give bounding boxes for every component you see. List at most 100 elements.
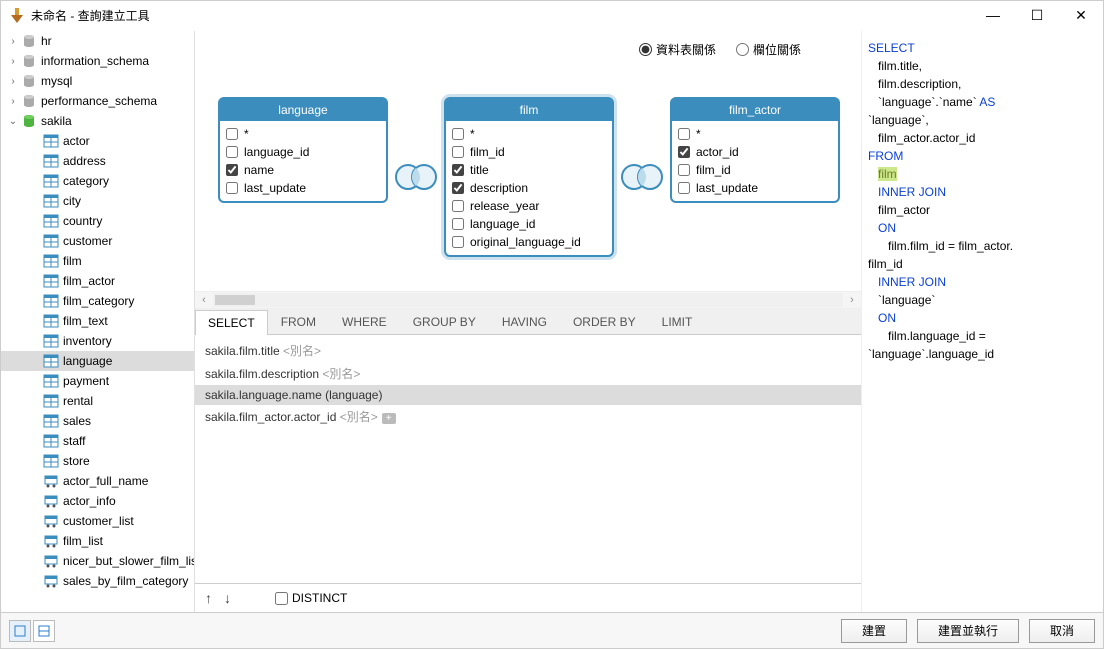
- column-checkbox[interactable]: [678, 128, 690, 140]
- expand-icon[interactable]: ›: [7, 35, 19, 47]
- column-row[interactable]: actor_id: [678, 143, 832, 161]
- column-row[interactable]: language_id: [452, 215, 606, 233]
- column-checkbox[interactable]: [226, 146, 238, 158]
- tab-having[interactable]: HAVING: [489, 309, 560, 334]
- tab-select[interactable]: SELECT: [195, 310, 268, 335]
- tree-view-film_list[interactable]: film_list: [1, 531, 194, 551]
- column-row[interactable]: film_id: [452, 143, 606, 161]
- view-design-button[interactable]: [9, 620, 31, 642]
- select-item[interactable]: sakila.language.name (language): [195, 385, 861, 405]
- table-header[interactable]: film_actor: [672, 99, 838, 121]
- tree-database-hr[interactable]: ›hr: [1, 31, 194, 51]
- column-checkbox[interactable]: [452, 218, 464, 230]
- tree-view-customer_list[interactable]: customer_list: [1, 511, 194, 531]
- move-up-button[interactable]: ↑: [205, 590, 212, 606]
- column-checkbox[interactable]: [452, 182, 464, 194]
- relation-mode-field[interactable]: 欄位關係: [736, 41, 801, 58]
- tree-view-sales_by_film_category[interactable]: sales_by_film_category: [1, 571, 194, 591]
- tree-table-film_category[interactable]: film_category: [1, 291, 194, 311]
- column-checkbox[interactable]: [452, 200, 464, 212]
- minimize-button[interactable]: —: [983, 7, 1003, 24]
- relation-mode-table[interactable]: 資料表關係: [639, 41, 716, 58]
- tree-table-city[interactable]: city: [1, 191, 194, 211]
- tab-limit[interactable]: LIMIT: [649, 309, 706, 334]
- table-box-film_actor[interactable]: film_actor*actor_idfilm_idlast_update: [670, 97, 840, 203]
- tree-table-film_actor[interactable]: film_actor: [1, 271, 194, 291]
- select-item[interactable]: sakila.film.title <別名>: [195, 339, 861, 362]
- tab-order-by[interactable]: ORDER BY: [560, 309, 649, 334]
- tree-table-sales[interactable]: sales: [1, 411, 194, 431]
- alias-placeholder[interactable]: <別名>: [322, 367, 360, 381]
- table-header[interactable]: film: [446, 99, 612, 121]
- column-row[interactable]: film_id: [678, 161, 832, 179]
- expand-icon[interactable]: ›: [7, 55, 19, 67]
- relation-table-radio[interactable]: [639, 43, 652, 56]
- tab-group-by[interactable]: GROUP BY: [400, 309, 489, 334]
- scroll-left-icon[interactable]: ‹: [195, 294, 213, 306]
- column-row[interactable]: description: [452, 179, 606, 197]
- tree-database-information_schema[interactable]: ›information_schema: [1, 51, 194, 71]
- database-tree[interactable]: ›hr›information_schema›mysql›performance…: [1, 31, 195, 612]
- select-item[interactable]: sakila.film.description <別名>: [195, 362, 861, 385]
- tree-table-film[interactable]: film: [1, 251, 194, 271]
- column-row[interactable]: original_language_id: [452, 233, 606, 251]
- expand-icon[interactable]: ⌄: [7, 115, 19, 127]
- close-button[interactable]: ✕: [1071, 7, 1091, 24]
- column-checkbox[interactable]: [452, 236, 464, 248]
- expand-icon[interactable]: ›: [7, 75, 19, 87]
- join-icon[interactable]: [392, 161, 440, 193]
- tree-table-customer[interactable]: customer: [1, 231, 194, 251]
- alias-placeholder[interactable]: <別名>: [283, 344, 321, 358]
- canvas-scrollbar[interactable]: ‹ ›: [195, 291, 861, 309]
- tree-database-performance_schema[interactable]: ›performance_schema: [1, 91, 194, 111]
- cancel-button[interactable]: 取消: [1029, 619, 1095, 643]
- column-row[interactable]: language_id: [226, 143, 380, 161]
- column-checkbox[interactable]: [226, 128, 238, 140]
- scroll-thumb[interactable]: [215, 295, 255, 305]
- column-row[interactable]: *: [452, 125, 606, 143]
- tree-table-category[interactable]: category: [1, 171, 194, 191]
- tree-table-payment[interactable]: payment: [1, 371, 194, 391]
- column-row[interactable]: name: [226, 161, 380, 179]
- tab-from[interactable]: FROM: [268, 309, 329, 334]
- tree-view-nicer_but_slower_film_list[interactable]: nicer_but_slower_film_list: [1, 551, 194, 571]
- column-row[interactable]: title: [452, 161, 606, 179]
- tree-view-actor_info[interactable]: actor_info: [1, 491, 194, 511]
- tree-table-actor[interactable]: actor: [1, 131, 194, 151]
- table-box-language[interactable]: language*language_idnamelast_update: [218, 97, 388, 203]
- view-sql-button[interactable]: [33, 620, 55, 642]
- distinct-checkbox[interactable]: DISTINCT: [275, 591, 347, 605]
- tree-database-sakila[interactable]: ⌄sakila: [1, 111, 194, 131]
- query-canvas[interactable]: 資料表關係 欄位關係 language*language_idnamelast_…: [195, 31, 861, 291]
- tree-table-rental[interactable]: rental: [1, 391, 194, 411]
- tree-table-film_text[interactable]: film_text: [1, 311, 194, 331]
- move-down-button[interactable]: ↓: [224, 590, 231, 606]
- column-row[interactable]: last_update: [678, 179, 832, 197]
- column-row[interactable]: last_update: [226, 179, 380, 197]
- tab-where[interactable]: WHERE: [329, 309, 400, 334]
- column-checkbox[interactable]: [678, 182, 690, 194]
- table-box-film[interactable]: film *film_idtitledescriptionrelease_year…: [444, 97, 614, 257]
- column-checkbox[interactable]: [452, 146, 464, 158]
- build-run-button[interactable]: 建置並執行: [917, 619, 1019, 643]
- sql-preview[interactable]: SELECT film.title, film.description, `la…: [861, 31, 1103, 612]
- tree-table-country[interactable]: country: [1, 211, 194, 231]
- column-checkbox[interactable]: [678, 146, 690, 158]
- column-checkbox[interactable]: [452, 164, 464, 176]
- column-row[interactable]: release_year: [452, 197, 606, 215]
- column-checkbox[interactable]: [452, 128, 464, 140]
- maximize-button[interactable]: ☐: [1027, 7, 1047, 24]
- alias-placeholder[interactable]: <別名>: [340, 410, 378, 424]
- join-icon[interactable]: [618, 161, 666, 193]
- tree-database-mysql[interactable]: ›mysql: [1, 71, 194, 91]
- select-list[interactable]: sakila.film.title <別名>sakila.film.descri…: [195, 335, 861, 583]
- tree-view-actor_full_name[interactable]: actor_full_name: [1, 471, 194, 491]
- scroll-right-icon[interactable]: ›: [843, 294, 861, 306]
- column-row[interactable]: *: [226, 125, 380, 143]
- column-checkbox[interactable]: [226, 182, 238, 194]
- relation-field-radio[interactable]: [736, 43, 749, 56]
- tree-table-address[interactable]: address: [1, 151, 194, 171]
- tree-table-inventory[interactable]: inventory: [1, 331, 194, 351]
- distinct-input[interactable]: [275, 592, 288, 605]
- tree-table-staff[interactable]: staff: [1, 431, 194, 451]
